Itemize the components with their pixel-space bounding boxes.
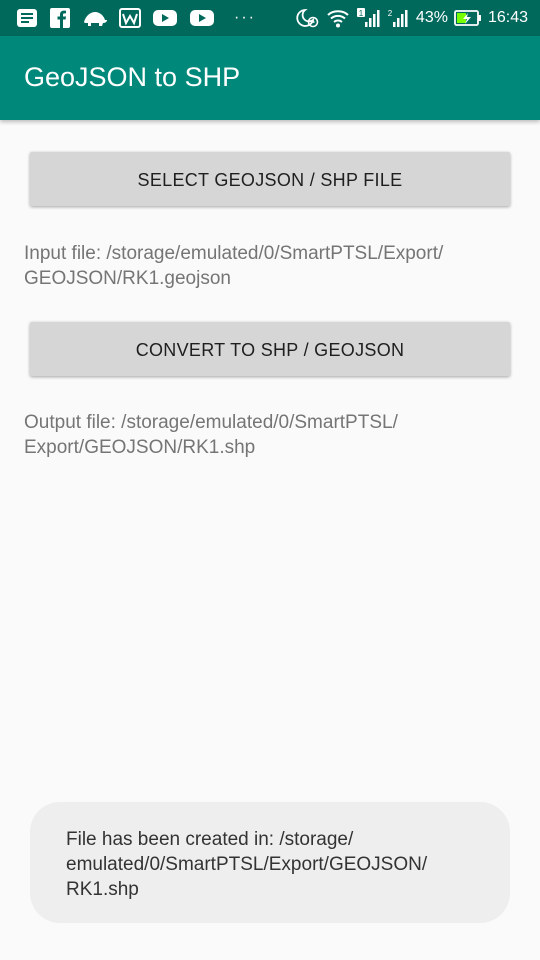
youtube-icon — [152, 7, 178, 29]
battery-charging-icon — [454, 7, 482, 29]
wechat-icon — [119, 7, 141, 29]
facebook-icon — [49, 7, 71, 29]
wifi-icon — [326, 7, 350, 29]
output-file-label: Output file: /storage/emulated/0/SmartPT… — [24, 412, 398, 458]
signal-sim2-icon: 2 — [386, 7, 410, 29]
notes-icon — [16, 7, 38, 29]
app-title: GeoJSON to SHP — [24, 62, 241, 92]
convert-button[interactable]: CONVERT TO SHP / GEOJSON — [30, 322, 510, 376]
battery-percent: 43% — [415, 9, 448, 26]
svg-text:1: 1 — [359, 9, 364, 18]
status-bar: ··· 1 2 43% 16:43 — [0, 0, 540, 36]
more-notifications-icon: ··· — [234, 9, 256, 26]
alarm-icon — [294, 7, 320, 29]
svg-text:2: 2 — [388, 9, 393, 18]
select-file-button[interactable]: SELECT GEOJSON / SHP FILE — [30, 152, 510, 206]
signal-sim1-icon: 1 — [356, 7, 380, 29]
notification-icons: ··· — [16, 0, 256, 36]
turtle-icon — [82, 7, 108, 29]
app-bar: GeoJSON to SHP — [0, 36, 540, 120]
toast-message: File has been created in: /storage/ emul… — [66, 829, 428, 900]
youtube-icon — [189, 7, 215, 29]
system-icons: 1 2 43% 16:43 — [294, 0, 528, 36]
clock: 16:43 — [487, 9, 528, 26]
input-file-label: Input file: /storage/emulated/0/SmartPTS… — [24, 243, 444, 289]
toast-notification: File has been created in: /storage/ emul… — [30, 802, 510, 923]
